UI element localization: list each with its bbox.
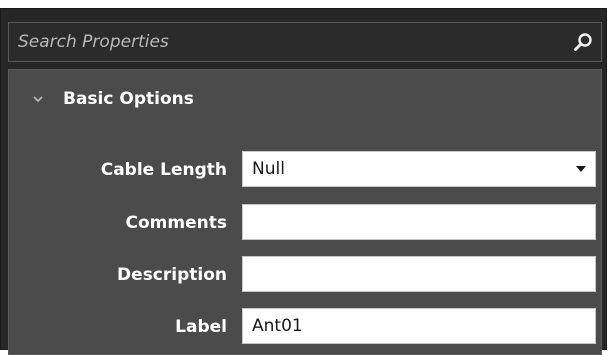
property-row-cable-length: Cable Length Null bbox=[9, 151, 603, 189]
search-input[interactable] bbox=[9, 23, 569, 61]
basic-options-section-header[interactable]: Basic Options bbox=[31, 82, 194, 116]
description-input[interactable] bbox=[243, 257, 595, 291]
cable-length-dropdown[interactable]: Null bbox=[242, 151, 596, 187]
properties-panel: Basic Options Cable Length Null Comments… bbox=[0, 8, 607, 355]
comments-input[interactable] bbox=[243, 205, 595, 239]
search-icon[interactable] bbox=[572, 31, 594, 53]
label-field-box bbox=[242, 308, 596, 344]
description-field-box bbox=[242, 256, 596, 292]
cable-length-label: Cable Length bbox=[100, 160, 227, 180]
chevron-down-icon bbox=[33, 96, 43, 103]
label-input[interactable] bbox=[243, 309, 595, 343]
properties-content: Basic Options Cable Length Null Comments… bbox=[8, 69, 602, 355]
cable-length-selected-value: Null bbox=[252, 159, 285, 179]
comments-field-box bbox=[242, 204, 596, 240]
dropdown-arrow-icon bbox=[576, 166, 586, 172]
search-bar bbox=[8, 22, 602, 62]
property-row-label: Label bbox=[9, 308, 603, 346]
description-label: Description bbox=[117, 265, 227, 285]
section-title: Basic Options bbox=[63, 89, 194, 109]
property-row-description: Description bbox=[9, 256, 603, 294]
label-label: Label bbox=[175, 317, 227, 337]
comments-label: Comments bbox=[125, 213, 227, 233]
property-row-comments: Comments bbox=[9, 204, 603, 242]
